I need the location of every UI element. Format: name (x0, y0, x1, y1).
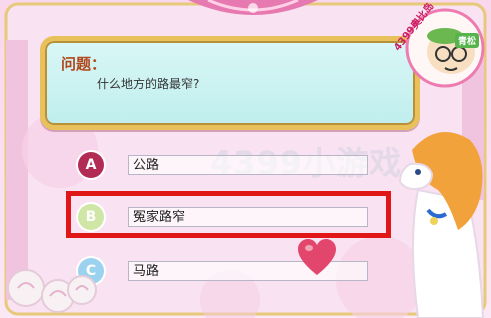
ornament-top (188, 0, 318, 15)
question-label: 问题： (61, 55, 107, 73)
question-panel: 问题： 什么地方的路最窄? (40, 36, 420, 130)
choice-a-answer[interactable]: 公路 (128, 155, 368, 175)
rose-bouquet-icon (7, 269, 97, 313)
question-text: 什么地方的路最窄? (97, 77, 200, 91)
heart-icon (298, 239, 336, 275)
mascot-badge-tag: 青松 (455, 33, 480, 48)
choice-a[interactable]: A 公路 (78, 148, 378, 182)
game-stage: 问题： 什么地方的路最窄? 4399奥比岛 青松 4399小游戏 A 公路 B … (0, 0, 491, 318)
orange-maned-pony-icon (398, 132, 485, 318)
choice-a-letter: A (78, 152, 104, 178)
selected-answer-highlight (66, 191, 391, 238)
